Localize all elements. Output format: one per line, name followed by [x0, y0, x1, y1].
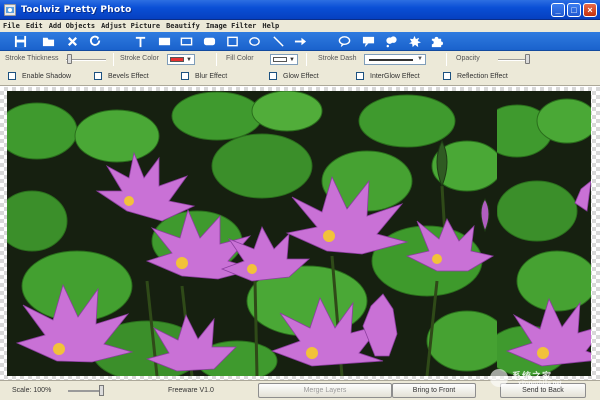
properties-bar: Stroke Thickness Stroke Color ▼ Fill Col… [0, 51, 600, 68]
photo-layer-copy[interactable] [497, 91, 591, 376]
stroke-dash-label: Stroke Dash [318, 55, 357, 62]
stroke-thickness-slider[interactable] [67, 54, 72, 64]
refresh-icon[interactable] [87, 34, 103, 49]
menu-edit[interactable]: Edit [23, 22, 46, 30]
canvas-area[interactable] [0, 87, 600, 380]
menu-image-filter[interactable]: Image Filter [203, 22, 260, 30]
separator [446, 53, 447, 66]
checkbox[interactable] [181, 72, 189, 80]
blur-effect-label: Blur Effect [195, 72, 228, 80]
delete-icon[interactable] [64, 34, 80, 49]
checkbox[interactable] [269, 72, 277, 80]
square-outline-icon[interactable] [224, 34, 240, 49]
arrow-tool-icon[interactable] [292, 34, 308, 49]
separator [306, 53, 307, 66]
rectangle-filled-icon[interactable] [156, 34, 172, 49]
maximize-button[interactable]: □ [567, 3, 581, 17]
zoom-slider[interactable] [99, 385, 104, 396]
stroke-color-label: Stroke Color [120, 55, 159, 62]
scale-label: Scale: 100% [12, 387, 52, 394]
title-bar: Toolwiz Pretty Photo _ □ × [0, 0, 600, 20]
bring-to-front-button[interactable]: Bring to Front [392, 383, 476, 398]
checkbox[interactable] [8, 72, 16, 80]
fill-color-picker[interactable]: ▼ [270, 54, 298, 65]
save-icon[interactable] [12, 34, 28, 49]
opacity-label: Opacity [456, 55, 480, 62]
ellipse-icon[interactable] [246, 34, 262, 49]
checkbox[interactable] [443, 72, 451, 80]
minimize-button[interactable]: _ [551, 3, 565, 17]
text-tool-icon[interactable] [132, 34, 148, 49]
watermark: 系统之家 xitongzhijia.net [488, 365, 600, 395]
stroke-dash-dropdown[interactable]: ▼ [364, 54, 426, 65]
reflection-effect-label: Reflection Effect [457, 72, 508, 80]
rounded-rect-icon[interactable] [201, 34, 217, 49]
menu-file[interactable]: File [0, 22, 23, 30]
fill-color-label: Fill Color [226, 55, 254, 62]
version-label: Freeware V1.0 [168, 387, 214, 394]
watermark-logo-icon [490, 369, 508, 387]
photo-layer-main[interactable] [7, 91, 497, 376]
lotus-photo-copy [497, 91, 591, 376]
chevron-down-icon: ▼ [289, 57, 295, 63]
interglow-effect-label: InterGlow Effect [370, 72, 420, 80]
blur-effect-checkbox[interactable]: Blur Effect [181, 72, 227, 80]
enable-shadow-checkbox[interactable]: Enable Shadow [8, 72, 71, 80]
stroke-thickness-label: Stroke Thickness [5, 55, 59, 62]
star-burst-icon[interactable] [406, 34, 422, 49]
menu-bar: File Edit Add Objects Adjust Picture Bea… [0, 20, 600, 32]
watermark-url: xitongzhijia.net [518, 381, 562, 387]
menu-add-objects[interactable]: Add Objects [46, 22, 98, 30]
stroke-color-picker[interactable]: ▼ [167, 54, 195, 65]
callout-icon[interactable] [360, 34, 376, 49]
toolbar [0, 32, 600, 51]
puzzle-icon[interactable] [428, 34, 444, 49]
merge-layers-button[interactable]: Merge Layers [258, 383, 392, 398]
open-folder-icon[interactable] [40, 34, 56, 49]
speech-bubble-icon[interactable] [336, 34, 352, 49]
line-tool-icon[interactable] [270, 34, 286, 49]
stroke-thickness-track [66, 59, 106, 61]
bevels-effect-label: Bevels Effect [108, 72, 149, 80]
separator [216, 53, 217, 66]
bevels-effect-checkbox[interactable]: Bevels Effect [94, 72, 149, 80]
rectangle-outline-icon[interactable] [178, 34, 194, 49]
fill-color-swatch [273, 57, 287, 62]
opacity-slider[interactable] [525, 54, 530, 64]
app-icon [4, 3, 16, 16]
menu-help[interactable]: Help [259, 22, 282, 30]
window-title: Toolwiz Pretty Photo [21, 4, 132, 15]
thought-bubble-icon[interactable] [383, 34, 399, 49]
effects-bar: Enable Shadow Bevels Effect Blur Effect … [0, 68, 600, 86]
lotus-photo [7, 91, 497, 376]
menu-beautify[interactable]: Beautify [163, 22, 203, 30]
menu-adjust-picture[interactable]: Adjust Picture [98, 22, 163, 30]
stroke-color-swatch [170, 57, 184, 62]
enable-shadow-label: Enable Shadow [22, 72, 72, 80]
close-button[interactable]: × [583, 3, 597, 17]
checkbox[interactable] [94, 72, 102, 80]
separator [113, 53, 114, 66]
checkbox[interactable] [356, 72, 364, 80]
chevron-down-icon: ▼ [417, 56, 423, 62]
dash-preview [369, 59, 413, 61]
chevron-down-icon: ▼ [186, 57, 192, 63]
glow-effect-checkbox[interactable]: Glow Effect [269, 72, 319, 80]
reflection-effect-checkbox[interactable]: Reflection Effect [443, 72, 508, 80]
glow-effect-label: Glow Effect [283, 72, 319, 80]
interglow-effect-checkbox[interactable]: InterGlow Effect [356, 72, 420, 80]
